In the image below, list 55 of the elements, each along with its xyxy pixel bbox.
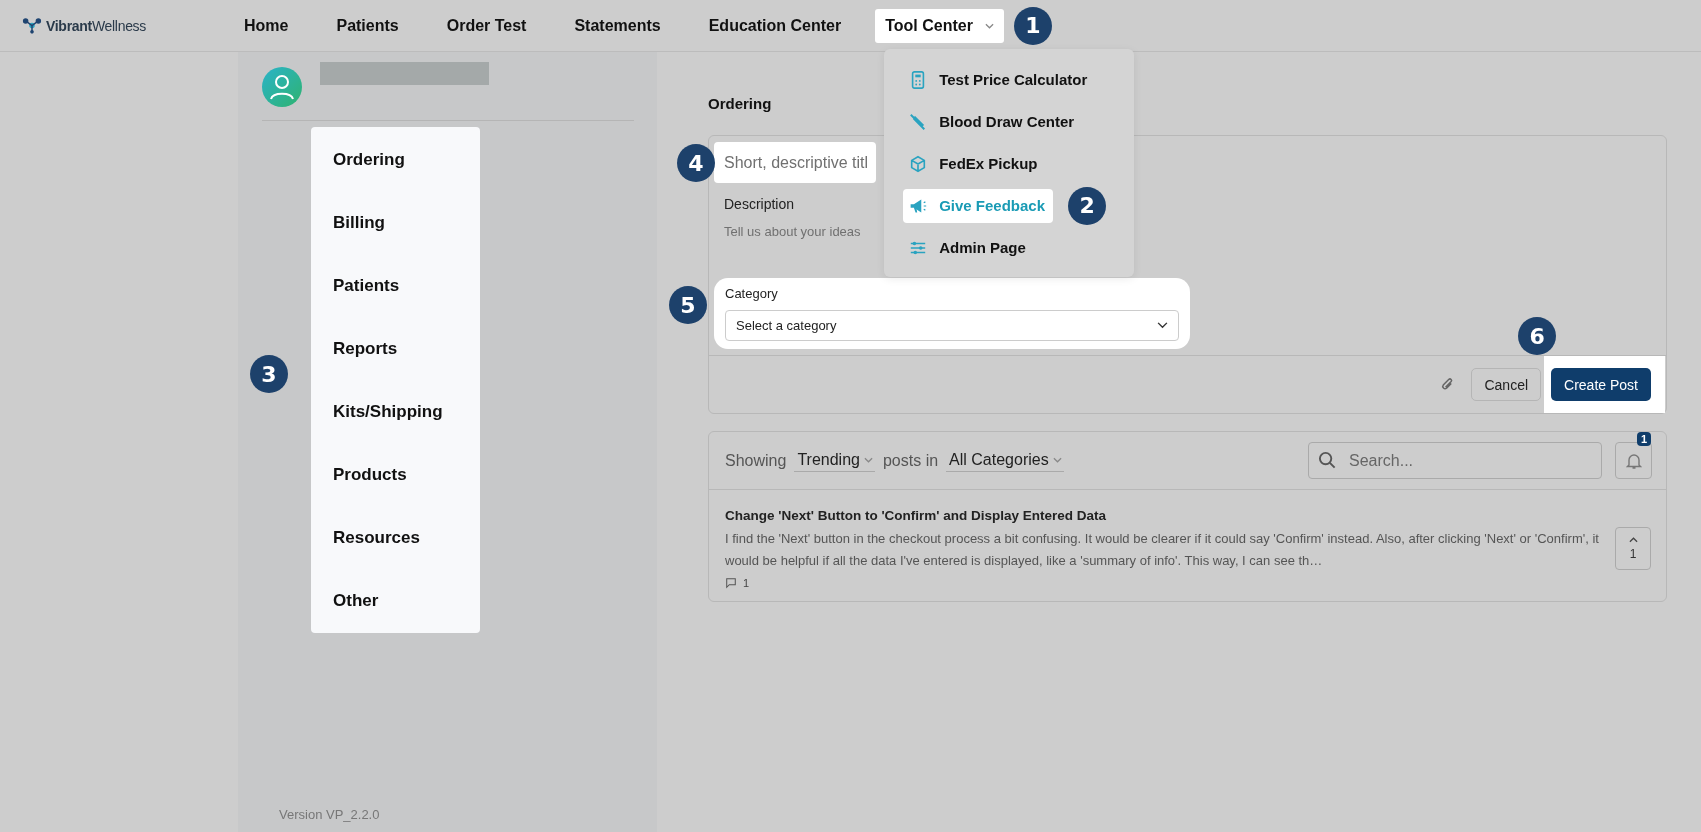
post-body: I find the 'Next' button in the checkout process a bit confusing. It would be clearer if it could say 'Confirm' instead. Also, after clicking 'Next' or 'Confirm', it would be helpful if all the data I've entered is displayed, like a 'summary of info'. This way, I can see th… <box>725 530 1600 570</box>
comment-icon <box>725 577 737 589</box>
caret-up-icon <box>1628 536 1638 543</box>
menu-item[interactable]: FedEx Pickup <box>903 146 1046 181</box>
callout-number: 6 <box>1518 317 1557 355</box>
pipette-icon <box>909 112 928 131</box>
chevron-icon <box>1052 457 1062 463</box>
create-post-button[interactable]: Create Post <box>1551 368 1651 401</box>
logo-text[interactable]: VibrantWellness <box>46 17 146 34</box>
sidebar-item[interactable]: Other <box>311 569 480 632</box>
showing-label: Showing <box>725 451 787 470</box>
callout-number: 2 <box>1068 186 1107 225</box>
bell-icon <box>1625 451 1642 470</box>
nav-link[interactable]: Patients <box>328 8 407 43</box>
cancel-button[interactable]: Cancel <box>1471 368 1542 401</box>
nav-link[interactable]: Education Center <box>700 8 850 43</box>
upvote-button[interactable]: 1 <box>1615 527 1651 570</box>
sidebar-item[interactable]: Billing <box>311 191 480 254</box>
box-icon <box>909 154 928 173</box>
sidebar-item[interactable]: Products <box>311 443 480 506</box>
callout-number: 3 <box>250 355 288 393</box>
version-text: Version VP_2.2.0 <box>278 807 381 824</box>
chevron-icon <box>1157 322 1168 329</box>
menu-item[interactable]: Blood Draw Center <box>903 104 1083 139</box>
sidebar-item[interactable]: Patients <box>311 254 480 317</box>
logo-icon <box>22 17 42 34</box>
sidebar-item[interactable]: Resources <box>311 506 480 569</box>
callout-number: 4 <box>677 144 715 182</box>
sidebar-item[interactable]: Ordering <box>311 128 480 191</box>
search-field[interactable]: Search... <box>1308 442 1602 479</box>
chevron-icon <box>984 22 994 29</box>
menu-item[interactable]: Test Price Calculator <box>903 62 1096 97</box>
search-icon <box>1318 451 1337 470</box>
section-title: Ordering <box>708 95 773 114</box>
sidebar-item[interactable]: Kits/Shipping <box>311 380 480 443</box>
callout-number: 5 <box>669 286 707 324</box>
menu-item[interactable]: Admin Page <box>903 230 1034 265</box>
sidebar-item[interactable]: Reports <box>311 317 480 380</box>
category-label: Category <box>725 286 779 301</box>
nav-link[interactable]: Statements <box>566 8 669 43</box>
post-title[interactable]: Change 'Next' Button to 'Confirm' and Display Entered Data <box>725 508 1601 523</box>
callout-number: 1 <box>1013 6 1052 45</box>
chevron-icon <box>863 457 873 463</box>
avatar-icon <box>262 67 302 107</box>
posts-in-label: posts in <box>882 451 939 470</box>
nav-link[interactable]: Home <box>236 8 297 43</box>
category-select[interactable]: Select a category <box>725 310 1179 341</box>
title-field[interactable]: Short, descriptive titl <box>714 142 877 183</box>
nav-link[interactable]: Order Test <box>438 8 535 43</box>
comment-count: 1 <box>743 577 750 589</box>
category-filter-dropdown[interactable]: All Categories <box>946 449 1064 472</box>
notification-count: 1 <box>1636 432 1651 446</box>
sort-dropdown[interactable]: Trending <box>794 449 875 472</box>
nav-dropdown[interactable]: Tool Center <box>875 8 1004 43</box>
description-label: Description <box>724 196 795 212</box>
